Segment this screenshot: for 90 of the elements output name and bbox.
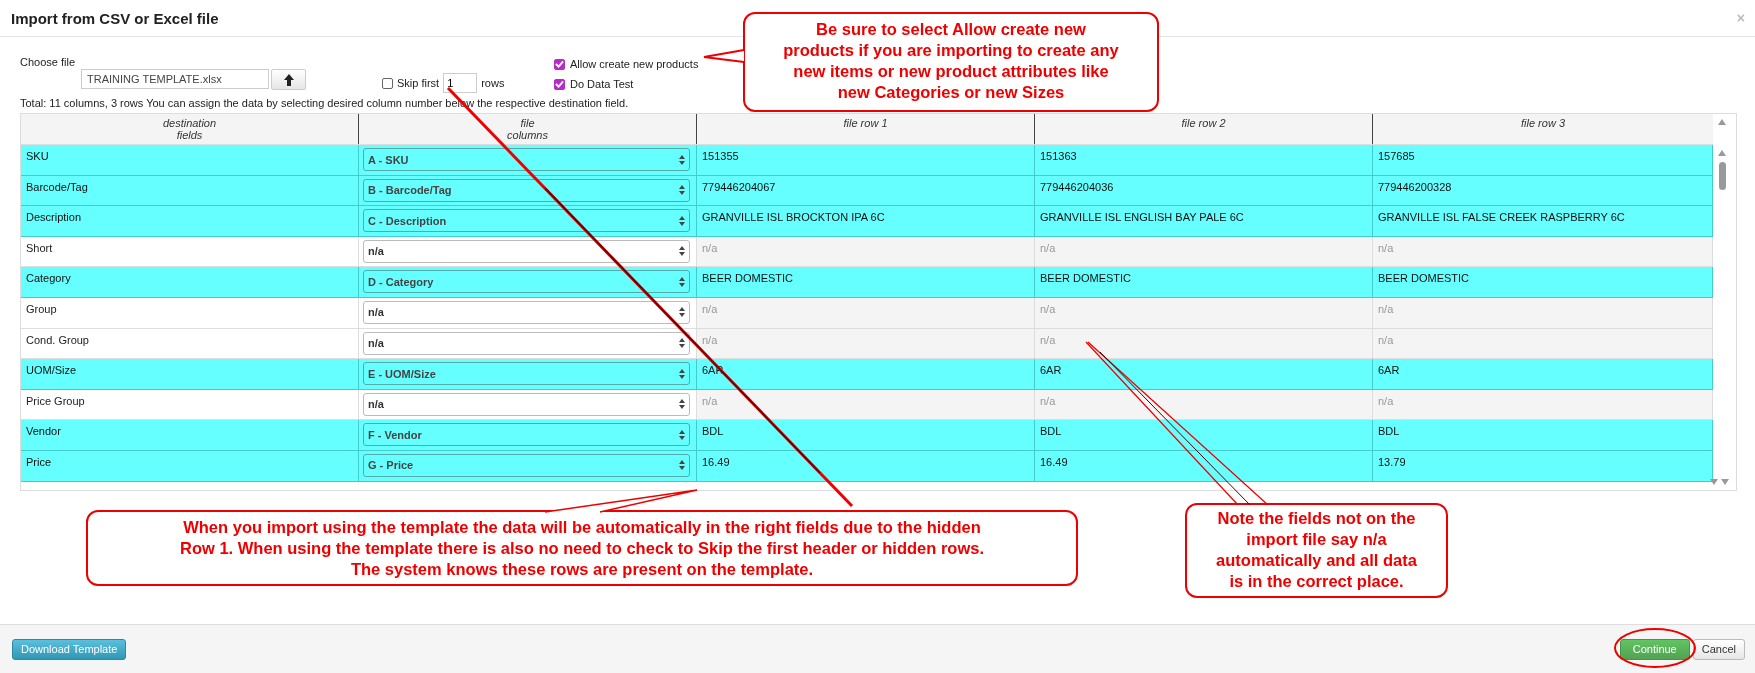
table-cell: GRANVILLE ISL ENGLISH BAY PALE 6C: [1035, 206, 1373, 237]
table-cell: BDL: [1373, 420, 1713, 451]
column-header: file row 2: [1035, 114, 1373, 144]
table-cell: 779446204036: [1035, 175, 1373, 207]
table-cell: GRANVILLE ISL FALSE CREEK RASPBERRY 6C: [1373, 206, 1713, 237]
select-caret-icon: [679, 246, 685, 257]
table-cell: 151363: [1035, 145, 1373, 176]
upload-button[interactable]: [271, 69, 306, 90]
select-caret-icon: [679, 429, 685, 440]
column-select[interactable]: n/a: [363, 392, 690, 416]
select-caret-icon: [679, 154, 685, 165]
table-cell: 779446204067: [697, 175, 1035, 207]
table-cell: n/a: [1373, 389, 1713, 421]
table-cell: n/a: [697, 297, 1035, 329]
column-select[interactable]: E - UOM/Size: [363, 362, 690, 386]
column-select[interactable]: G - Price: [363, 453, 690, 477]
select-caret-icon: [679, 307, 685, 318]
field-label: rows: [481, 77, 505, 89]
column-select[interactable]: B - Barcode/Tag: [363, 178, 690, 202]
table-cell: n/a: [1373, 236, 1713, 268]
upload-icon: [283, 73, 294, 86]
table-cell: GRANVILLE ISL BROCKTON IPA 6C: [697, 206, 1035, 237]
table-cell: Description: [21, 206, 359, 237]
column-header: file row 3: [1520, 116, 1566, 131]
table-cell: BEER DOMESTIC: [1035, 267, 1373, 298]
table-cell: 16.49: [697, 450, 1035, 482]
callout-note: Be sure to select Allow create new products if you are importing to create any new items or new product attributes like new Categories or new Sizes: [743, 12, 1159, 112]
scroll-thumb[interactable]: [1719, 162, 1726, 190]
table-cell: 157685: [1373, 145, 1713, 176]
checkbox[interactable]: [554, 78, 565, 90]
table-cell: n/a: [697, 328, 1035, 360]
table-cell: SKU: [21, 145, 359, 176]
column-header: file columns: [359, 114, 697, 144]
column-select[interactable]: n/a: [363, 239, 690, 263]
select-caret-icon: [679, 185, 685, 196]
window-title: Import from CSV or Excel file: [11, 9, 219, 27]
table-cell: 6AR: [1373, 359, 1713, 390]
table-cell: BEER DOMESTIC: [697, 267, 1035, 298]
check-icon: [555, 60, 564, 68]
select-caret-icon: [679, 368, 685, 379]
select-caret-icon: [679, 338, 685, 349]
checkbox[interactable]: [554, 58, 565, 70]
column-select[interactable]: F - Vendor: [363, 423, 690, 447]
checkbox-label: Allow create new products: [570, 58, 699, 70]
table-cell: UOM/Size: [21, 359, 359, 390]
checkbox[interactable]: [382, 77, 393, 89]
table-cell: 16.49: [1035, 450, 1373, 482]
table-cell: n/a: [697, 236, 1035, 268]
scroll-up-icon: [1717, 118, 1727, 126]
table-cell: n/a: [697, 389, 1035, 421]
table-cell: n/a: [1373, 297, 1713, 329]
column-header: destination fields: [21, 114, 359, 144]
table-cell: n/a: [1035, 328, 1373, 360]
table-cell: Vendor: [21, 420, 359, 451]
field-label: Choose file: [20, 56, 77, 68]
select-caret-icon: [679, 215, 685, 226]
table-cell: 151355: [697, 145, 1035, 176]
column-header: file row 1: [697, 114, 1035, 144]
check-icon: [555, 80, 564, 88]
table-cell: 6AR: [1035, 359, 1373, 390]
callout-pointer: [703, 49, 745, 63]
rows-count-field[interactable]: 1: [443, 73, 478, 93]
file-name-field[interactable]: TRAINING TEMPLATE.xlsx: [81, 69, 269, 89]
cancel-button[interactable]: Cancel: [1692, 638, 1745, 660]
column-select[interactable]: D - Category: [363, 270, 690, 294]
select-caret-icon: [679, 399, 685, 410]
column-select[interactable]: n/a: [363, 300, 690, 324]
column-select[interactable]: A - SKU: [363, 148, 690, 171]
table-cell: n/a: [1373, 328, 1713, 360]
table-cell: BEER DOMESTIC: [1373, 267, 1713, 298]
column-select[interactable]: C - Description: [363, 209, 690, 233]
checkbox-label: Do Data Test: [570, 78, 634, 90]
table-cell: BDL: [1035, 420, 1373, 451]
scroll-down-icon: [1710, 478, 1730, 486]
column-select[interactable]: n/a: [363, 331, 690, 355]
scroll-up-icon: [1717, 149, 1727, 157]
table-cell: Group: [21, 297, 359, 329]
table-cell: BDL: [697, 420, 1035, 451]
callout-note: Note the fields not on the import file say n/a automatically and all data is in the correct place.: [1185, 503, 1448, 598]
table-cell: Price: [21, 450, 359, 482]
table-cell: 779446200328: [1373, 175, 1713, 207]
select-caret-icon: [679, 460, 685, 471]
table-cell: n/a: [1035, 389, 1373, 421]
checkbox-label: Skip first: [397, 77, 440, 89]
table-cell: Category: [21, 267, 359, 298]
select-caret-icon: [679, 276, 685, 287]
table-cell: Barcode/Tag: [21, 175, 359, 207]
table-cell: n/a: [1035, 236, 1373, 268]
table-cell: 13.79: [1373, 450, 1713, 482]
table-cell: n/a: [1035, 297, 1373, 329]
